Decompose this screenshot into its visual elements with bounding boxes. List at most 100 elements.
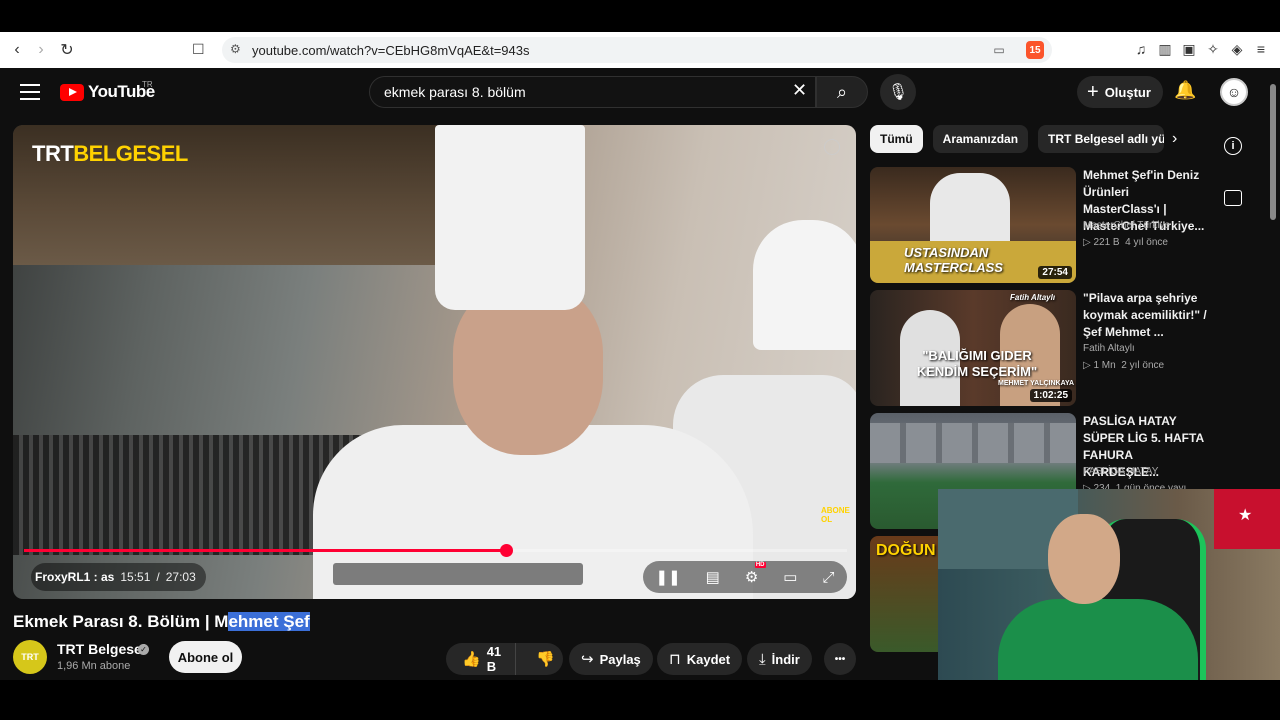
pause-icon[interactable]: ❚❚ — [656, 568, 681, 586]
chip-all[interactable]: Tümü — [870, 125, 923, 153]
chef-face — [453, 285, 603, 455]
menu-icon[interactable]: ≡ — [1252, 38, 1270, 60]
hamburger-menu-icon[interactable] — [20, 82, 40, 102]
like-button[interactable]: 👍 41 B — [446, 643, 517, 675]
rec-title[interactable]: "Pilava arpa şehriye koymak acemiliktir!… — [1083, 290, 1208, 341]
video-player[interactable]: TRTBELGESEL ABONE OL FroxyRL1 : as 15:51… — [13, 125, 856, 599]
thumbnail[interactable]: Fatih Altaylı "BALIĞIMI GIDER KENDİM SEÇ… — [870, 290, 1076, 406]
video-info-icon[interactable] — [824, 139, 840, 155]
thumbs-down-icon: 👎 — [536, 651, 555, 668]
share-icon: ↪ — [581, 651, 594, 668]
chip-channel-uploads[interactable]: TRT Belgesel adlı yükle — [1038, 125, 1165, 153]
verified-check-icon: ✓ — [138, 644, 149, 655]
channel-name[interactable]: TRT Belgesel — [57, 641, 146, 657]
clear-search-icon[interactable]: ✕ — [792, 80, 807, 101]
account-avatar[interactable]: ☺ — [1220, 78, 1248, 106]
create-button[interactable]: + Oluştur — [1077, 76, 1163, 108]
chip-from-search[interactable]: Aramanızdan — [932, 125, 1029, 153]
youtube-play-icon — [60, 83, 84, 101]
thumb-subcaption: MEHMET YALÇINKAYA — [998, 380, 1075, 387]
leo-ai-icon[interactable]: ✧ — [1204, 38, 1222, 60]
streamer-head — [1048, 514, 1120, 604]
download-button[interactable]: ⤓ İndir — [747, 643, 812, 675]
total-time: 27:03 — [165, 570, 196, 584]
back-icon[interactable]: ‹ — [4, 37, 30, 63]
sidebar-icon[interactable]: ▥ — [1156, 38, 1174, 60]
plus-icon: + — [1087, 81, 1099, 103]
thumb-buildings — [870, 423, 1076, 463]
rec-meta: ▷ 221 B 4 yıl önce — [1083, 237, 1168, 248]
subscribe-watermark: ABONE OL — [821, 506, 850, 524]
chapter-bar — [333, 563, 583, 585]
rec-views: 1 Mn — [1093, 360, 1116, 371]
time-separator: / — [156, 570, 160, 584]
thumb-caption: "BALIĞIMI GIDER KENDİM SEÇERİM" — [916, 348, 1038, 379]
second-chef-hat — [753, 220, 856, 350]
channel-avatar[interactable]: TRT — [13, 640, 47, 674]
subscribe-button[interactable]: Abone ol — [169, 641, 242, 673]
save-bookmark-icon: ⊓ — [669, 651, 681, 668]
rec-channel[interactable]: PASLİGA HATAY — [1083, 466, 1158, 477]
subscriber-count: 1,96 Mn abone — [57, 660, 131, 672]
subtitles-icon[interactable]: ▤ — [706, 568, 720, 586]
search-input[interactable]: ekmek parası 8. bölüm — [369, 76, 816, 108]
save-label: Kaydet — [686, 651, 731, 667]
hd-badge: HD — [754, 562, 766, 568]
thumb-corner-name: Fatih Altaylı — [1010, 293, 1056, 302]
download-label: İndir — [771, 651, 800, 667]
browser-toolbar: ‹ › ↻ ☐ ⚙ youtube.com/watch?v=CEbHG8mVqA… — [0, 32, 1280, 68]
share-button[interactable]: ↪ Paylaş — [569, 643, 653, 675]
rec-channel[interactable]: Fatih Altaylı — [1083, 343, 1135, 354]
current-time: 15:51 — [120, 570, 151, 584]
overlay-channel-label: FroxyRL1 : as — [35, 570, 115, 584]
create-label: Oluştur — [1104, 84, 1151, 100]
info-icon[interactable]: i — [1224, 137, 1242, 155]
like-count: 41 B — [486, 644, 502, 674]
notifications-bell-icon[interactable]: 🔔 — [1174, 80, 1196, 101]
player-time-display: FroxyRL1 : as 15:51 / 27:03 — [31, 563, 206, 591]
youtube-logo[interactable]: YouTube — [60, 82, 155, 102]
video-title: Ekmek Parası 8. Bölüm | Mehmet Şef — [13, 612, 310, 631]
download-icon: ⤓ — [759, 650, 766, 668]
duration-badge: 27:54 — [1038, 266, 1072, 279]
browser-extensions: ♫ ▥ ▣ ✧ ◈ ≡ — [1132, 38, 1270, 60]
fullscreen-icon[interactable]: ⤢ — [822, 569, 834, 586]
bottom-black-bar — [0, 680, 1280, 720]
wallet-icon[interactable]: ▣ — [1180, 38, 1198, 60]
thumb-caption: DOĞUN — [876, 542, 936, 559]
logo-region: TR — [142, 80, 153, 89]
streamer-shirt — [998, 599, 1198, 685]
music-icon[interactable]: ♫ — [1132, 38, 1150, 60]
search-icon: ⌕ — [836, 81, 848, 102]
dislike-button[interactable]: 👎 — [522, 650, 569, 668]
rec-views: 221 B — [1093, 237, 1120, 248]
chat-icon[interactable] — [1224, 190, 1242, 206]
reload-icon[interactable]: ↻ — [54, 37, 80, 63]
vpn-icon[interactable]: ◈ — [1228, 38, 1246, 60]
voice-search-icon[interactable]: 🎙 — [880, 74, 916, 110]
rec-channel[interactable]: MasterChef Türkiye — [1083, 220, 1170, 231]
forward-icon[interactable]: › — [28, 37, 54, 63]
thumbnail[interactable]: USTASINDAN MASTERCLASS 27:54 — [870, 167, 1076, 283]
search-value: ekmek parası 8. bölüm — [384, 84, 526, 100]
recommendation-item[interactable]: Fatih Altaylı "BALIĞIMI GIDER KENDİM SEÇ… — [870, 290, 1215, 406]
like-dislike-group: 👍 41 B 👎 — [446, 643, 563, 675]
chips-next-icon[interactable]: › — [1172, 130, 1177, 148]
recommendation-item[interactable]: USTASINDAN MASTERCLASS 27:54 Mehmet Şef'… — [870, 167, 1215, 283]
progress-scrubber[interactable] — [500, 544, 513, 557]
search-button[interactable]: ⌕ — [816, 76, 868, 108]
bookmark-icon[interactable]: ☐ — [192, 41, 205, 58]
player-controls-right: ❚❚ ▤ ⚙ HD ▭ ⤢ — [643, 561, 847, 593]
yt-header: YouTube TR ekmek parası 8. bölüm ✕ ⌕ 🎙 +… — [0, 68, 1280, 116]
settings-gear-icon[interactable]: ⚙ HD — [745, 562, 766, 586]
theater-mode-icon[interactable]: ▭ — [783, 568, 797, 586]
brave-shields-icon[interactable]: 15 — [1026, 41, 1044, 59]
thumbs-up-icon: 👍 — [462, 651, 481, 668]
address-bar[interactable]: ⚙ youtube.com/watch?v=CEbHG8mVqAE&t=943s… — [222, 37, 1052, 63]
more-actions-button[interactable]: ••• — [824, 643, 856, 675]
scrollbar-thumb[interactable] — [1270, 84, 1276, 220]
save-button[interactable]: ⊓ Kaydet — [657, 643, 743, 675]
screen: ‹ › ↻ ☐ ⚙ youtube.com/watch?v=CEbHG8mVqA… — [0, 0, 1280, 720]
cast-icon[interactable]: ▭ — [990, 41, 1008, 59]
site-settings-icon[interactable]: ⚙ — [230, 42, 241, 56]
